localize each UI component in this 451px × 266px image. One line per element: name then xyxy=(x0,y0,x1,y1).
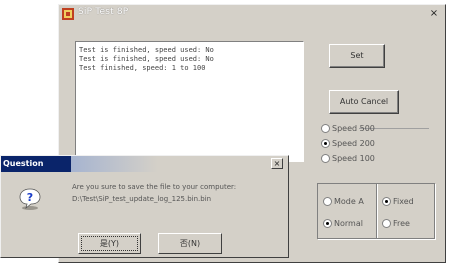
mode-option-label: Normal xyxy=(334,219,363,228)
radio-icon xyxy=(321,124,330,133)
log-line: Test is finished, speed used: No xyxy=(79,46,214,54)
speed-option-2[interactable]: Speed 100 xyxy=(321,154,375,163)
speed-option-1[interactable]: Speed 200 xyxy=(321,139,375,148)
auto-cancel-button[interactable]: Auto Cancel xyxy=(329,90,399,114)
no-button[interactable]: 否(N) xyxy=(158,233,222,254)
log-textarea[interactable]: Test is finished, speed used: No Test is … xyxy=(75,41,304,162)
mode-option-free[interactable]: Free xyxy=(382,219,410,228)
question-dialog: Question × ? Are you sure to save the fi… xyxy=(0,155,289,258)
title-bar: SiP Test 8P × xyxy=(59,5,445,23)
mode-option-normal[interactable]: Normal xyxy=(323,219,363,228)
mode-group: Mode A Normal Fixed Free xyxy=(317,183,435,239)
mode-option-label: Fixed xyxy=(393,197,414,206)
mode-option-label: Mode A xyxy=(334,197,364,206)
log-line: Test finished, speed: 1 to 100 xyxy=(79,64,206,72)
speed-option-label: Speed 500 xyxy=(332,124,375,133)
dialog-close-button[interactable]: × xyxy=(271,158,283,169)
speed-option-0[interactable]: Speed 500 xyxy=(321,124,375,133)
dialog-title-bar xyxy=(71,156,288,172)
window-title: SiP Test 8P xyxy=(78,7,129,17)
app-icon xyxy=(62,8,74,20)
close-button[interactable]: × xyxy=(428,8,440,19)
mode-option-a[interactable]: Mode A xyxy=(323,197,364,206)
question-icon: ? xyxy=(19,188,41,210)
radio-icon xyxy=(321,154,330,163)
radio-selected-icon xyxy=(323,219,332,228)
dialog-message: Are you sure to save the file to your co… xyxy=(72,183,237,203)
speed-option-label: Speed 200 xyxy=(332,139,375,148)
radio-selected-icon xyxy=(321,139,330,148)
dialog-title: Question xyxy=(1,156,71,172)
mode-option-fixed[interactable]: Fixed xyxy=(382,197,414,206)
yes-button[interactable]: 是(Y) xyxy=(78,233,141,254)
speed-option-label: Speed 100 xyxy=(332,154,375,163)
group-divider xyxy=(376,184,377,238)
radio-icon xyxy=(323,197,332,206)
mode-option-label: Free xyxy=(393,219,410,228)
radio-icon xyxy=(382,219,391,228)
radio-selected-icon xyxy=(382,197,391,206)
log-line: Test is finished, speed used: No xyxy=(79,55,214,63)
set-button[interactable]: Set xyxy=(329,44,385,68)
svg-text:?: ? xyxy=(27,191,33,204)
